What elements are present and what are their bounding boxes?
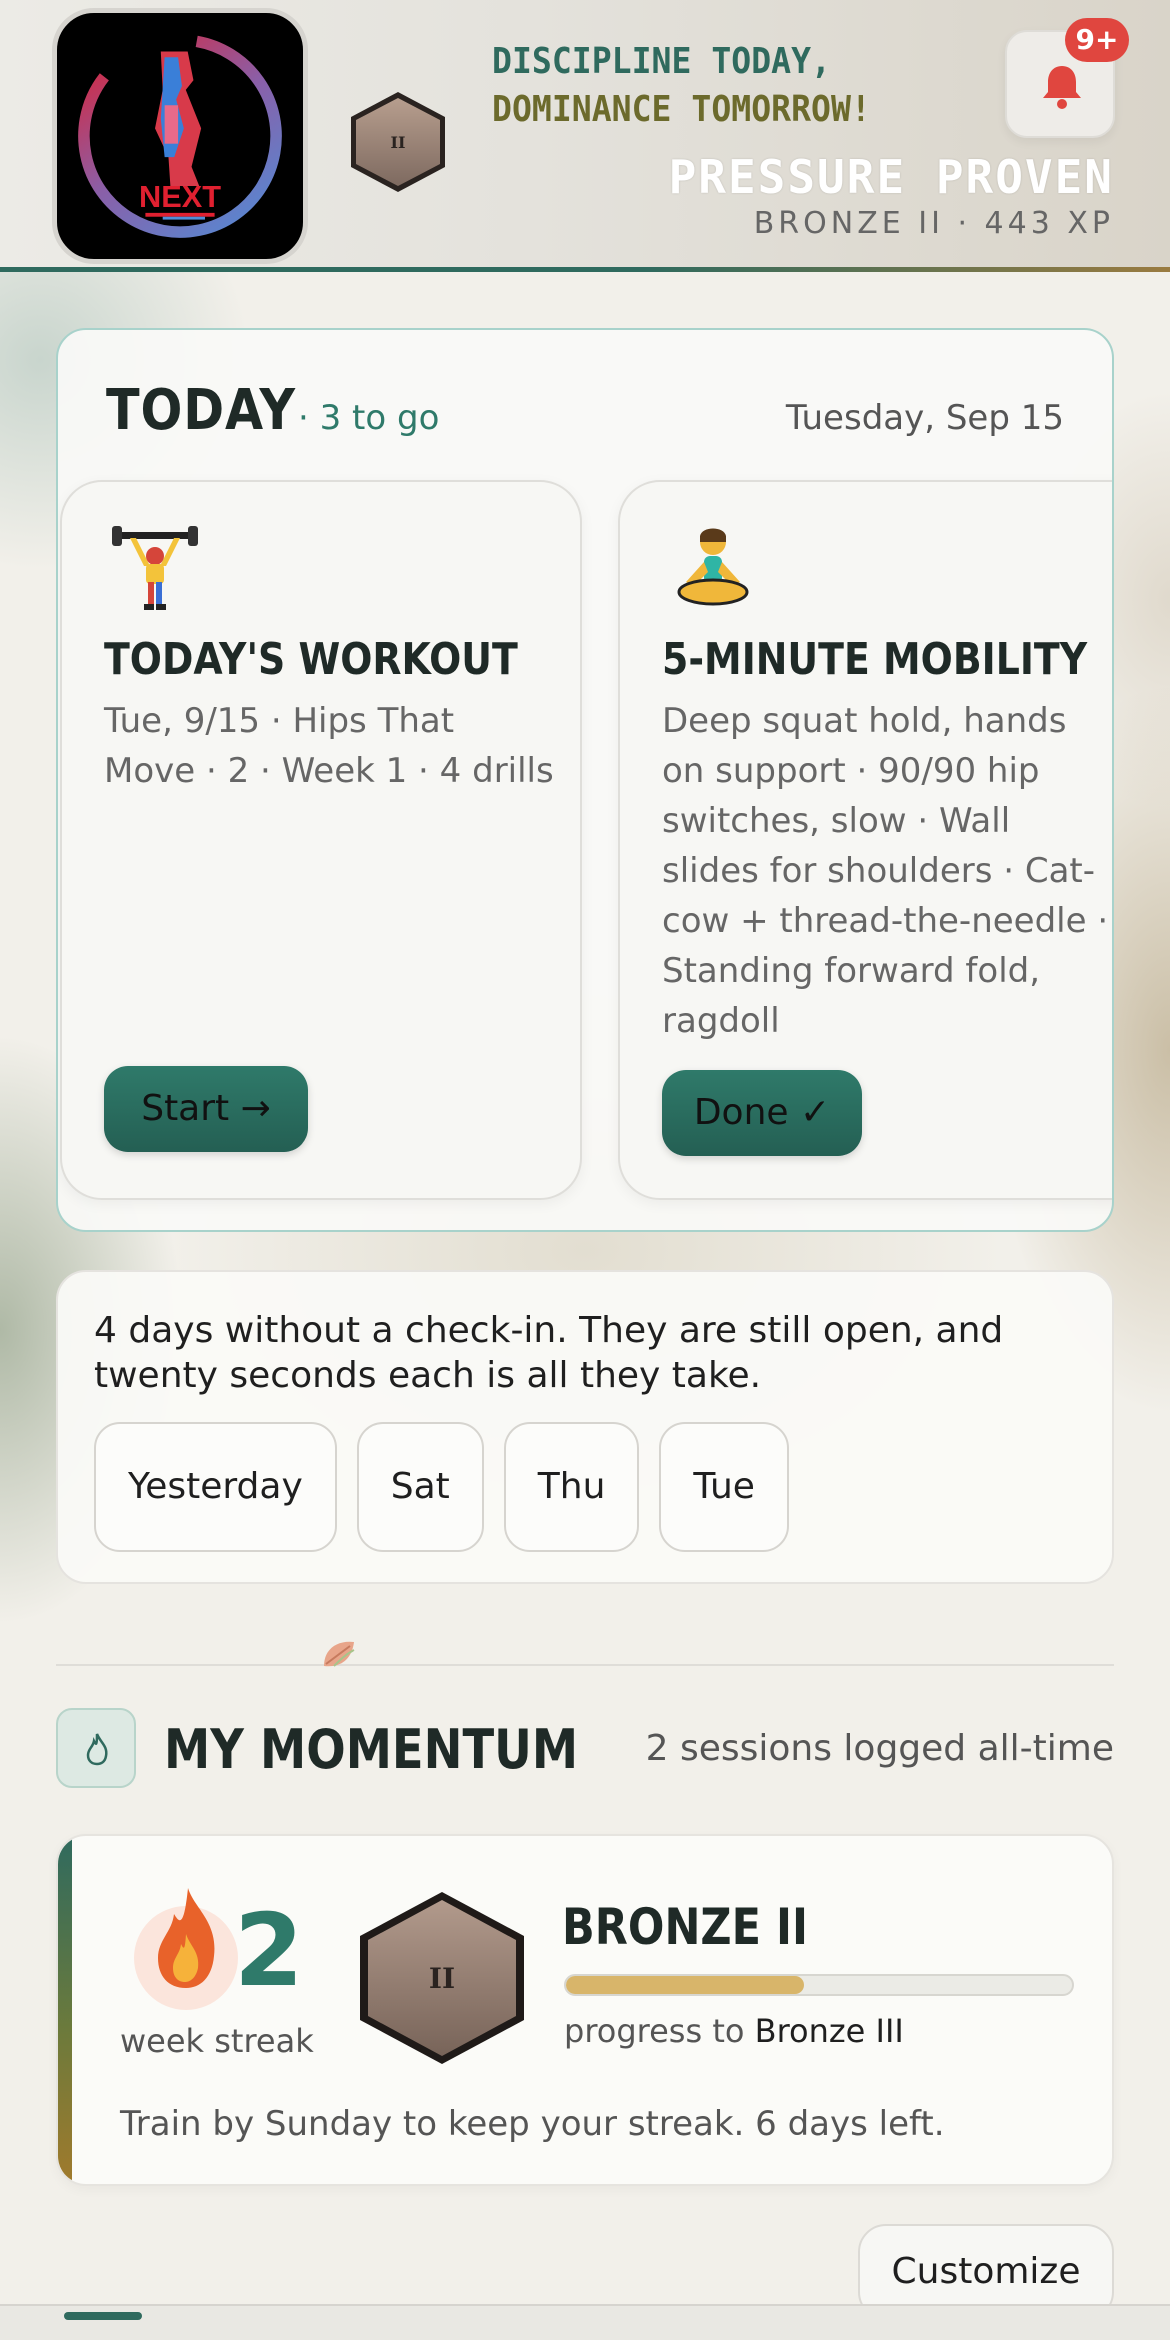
- header-tagline: DISCIPLINE TODAY, DOMINANCE TOMORROW!: [492, 38, 924, 134]
- rank-hexagon-large-icon: II: [360, 1892, 524, 2064]
- checkin-day-yesterday[interactable]: Yesterday: [94, 1422, 337, 1552]
- done-mobility-button[interactable]: Done ✓: [662, 1070, 862, 1156]
- missed-checkins-card: 4 days without a check-in. They are stil…: [56, 1270, 1114, 1584]
- progress-prefix: progress to: [564, 2012, 755, 2050]
- checkin-day-tue[interactable]: Tue: [659, 1422, 789, 1552]
- workout-description: Tue, 9/15 · Hips That Move · 2 · Week 1 …: [104, 701, 554, 791]
- checkin-message: 4 days without a check-in. They are stil…: [94, 1310, 1004, 1396]
- start-workout-button[interactable]: Start →: [104, 1066, 308, 1152]
- rank-hexagon-icon: II: [351, 92, 445, 192]
- today-card: TODAY · 3 to go Tuesday, Sep 15 TODAY'S …: [56, 328, 1114, 1232]
- fire-icon: [134, 1888, 238, 2010]
- checkin-day-sat[interactable]: Sat: [356, 1422, 484, 1552]
- svg-text:II: II: [429, 1962, 455, 1995]
- rank-progress-label: progress to Bronze III: [564, 2012, 904, 2050]
- momentum-card-accent: [58, 1836, 72, 2184]
- header-underline: [0, 267, 1170, 272]
- mobility-task-card[interactable]: 5-MINUTE MOBILITY Deep squat hold, hands…: [618, 480, 1112, 1200]
- streak-reminder: Train by Sunday to keep your streak. 6 d…: [120, 2104, 945, 2144]
- rank-progress-fill: [566, 1976, 804, 1994]
- tagline-line-1: DISCIPLINE TODAY,: [492, 41, 831, 82]
- tagline-line-2: DOMINANCE TOMORROW!: [492, 89, 871, 130]
- momentum-title: MY MOMENTUM: [164, 1718, 579, 1781]
- profile-title: PRESSURE PROVEN: [668, 150, 1114, 204]
- sessions-count: 2 sessions logged all-time: [645, 1728, 1114, 1769]
- momentum-card: 2 week streak II BRONZE II progress to B…: [56, 1834, 1114, 2186]
- momentum-icon-tile: [56, 1708, 136, 1788]
- section-divider: [56, 1664, 1114, 1666]
- app-logo[interactable]: NEXT: [52, 8, 308, 264]
- streak-label: week streak: [120, 2022, 314, 2060]
- svg-text:NEXT: NEXT: [139, 179, 221, 214]
- lotus-position-icon: [677, 528, 749, 606]
- rank-name: BRONZE II: [562, 1898, 808, 1956]
- profile-rank-xp: BRONZE II · 443 XP: [753, 206, 1114, 241]
- checkin-day-thu[interactable]: Thu: [503, 1422, 640, 1552]
- bottom-bar: [0, 2304, 1170, 2340]
- progress-target-rank: Bronze III: [754, 2012, 904, 2050]
- workout-task-card[interactable]: TODAY'S WORKOUT Tue, 9/15 · Hips That Mo…: [60, 480, 582, 1200]
- weightlifter-icon: [112, 526, 198, 610]
- mobility-description: Deep squat hold, hands on support · 90/9…: [662, 701, 1109, 1041]
- scroll-indicator: [64, 2312, 142, 2320]
- header: NEXT II DISCIPLINE TODAY, DOMINANCE TOMO…: [0, 0, 1170, 272]
- rank-progress-bar: [564, 1974, 1074, 1996]
- notification-count-badge: 9+: [1065, 18, 1129, 62]
- today-title: TODAY: [106, 378, 296, 443]
- today-remaining-count: · 3 to go: [298, 398, 440, 438]
- bell-icon: [1043, 66, 1081, 109]
- logo-ring-icon: NEXT: [78, 34, 282, 238]
- flame-outline-icon: [86, 1733, 108, 1766]
- leaf-icon: [324, 1641, 355, 1667]
- svg-text:II: II: [391, 133, 406, 152]
- today-date: Tuesday, Sep 15: [785, 398, 1064, 438]
- streak-value: 2: [234, 1892, 304, 2009]
- workout-title: TODAY'S WORKOUT: [104, 634, 518, 685]
- mobility-title: 5-MINUTE MOBILITY: [662, 634, 1088, 685]
- checkin-day-chips: Yesterday Sat Thu Tue: [94, 1422, 789, 1552]
